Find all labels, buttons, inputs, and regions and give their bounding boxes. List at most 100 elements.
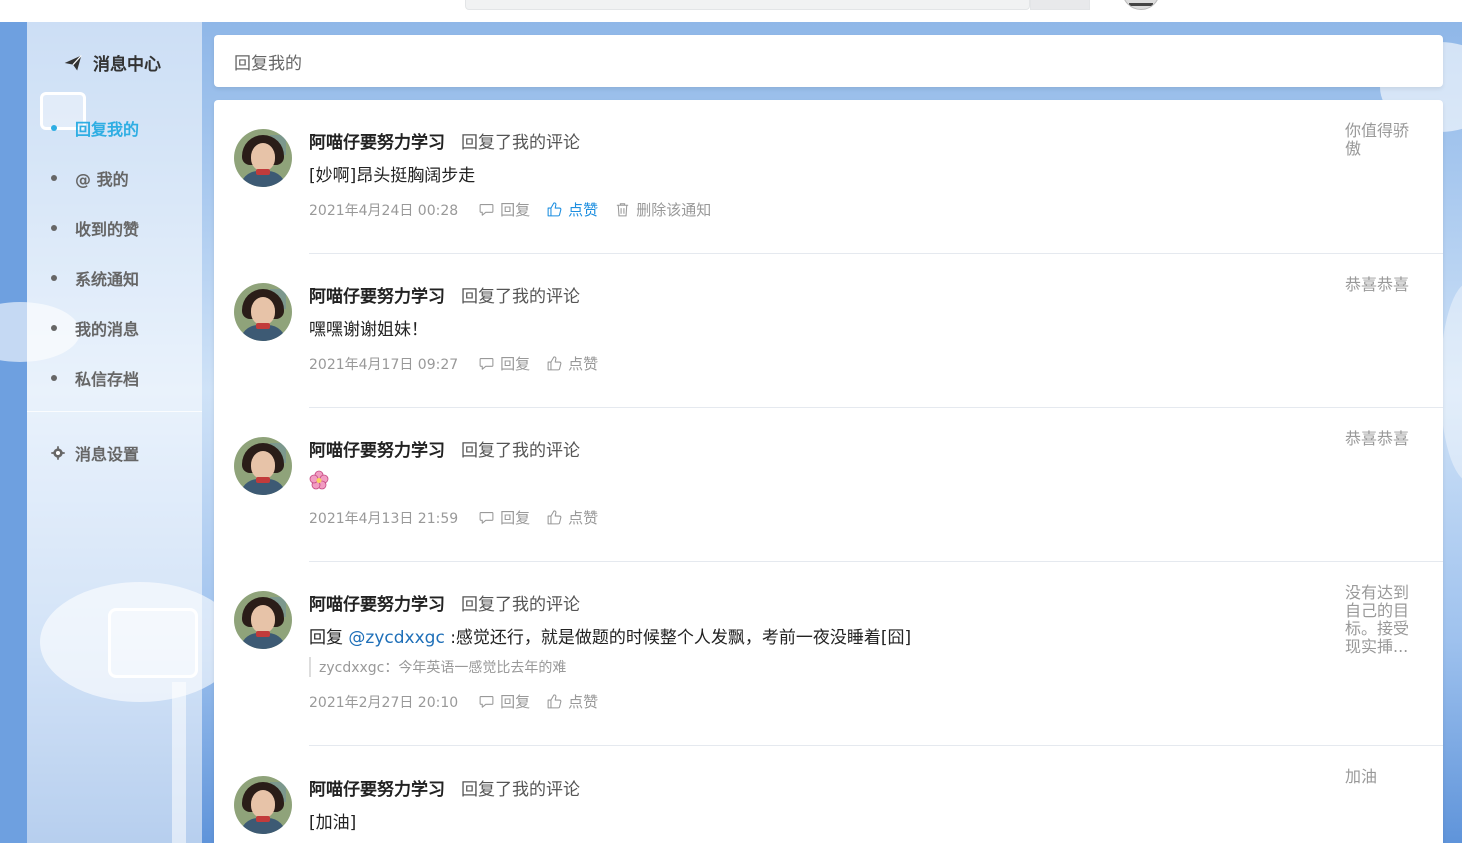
bullet-icon — [51, 375, 57, 381]
thumbs-up-icon — [547, 356, 562, 371]
reply-button[interactable]: 回复 — [478, 691, 530, 712]
reply-item: 阿喵仔要努力学习 回复了我的评论 [妙啊]昂头挺胸阔步走 2021年4月24日 … — [214, 100, 1443, 254]
bullet-icon — [51, 325, 57, 331]
sidebar-item-system[interactable]: 系统通知 — [51, 266, 139, 290]
flower-emoji-icon — [309, 470, 329, 490]
page-title: 回复我的 — [234, 53, 302, 74]
like-button[interactable]: 点赞 — [546, 199, 598, 220]
user-name[interactable]: 阿喵仔要努力学习 — [309, 436, 445, 461]
reply-action-text: 回复了我的评论 — [461, 441, 580, 461]
reply-time: 2021年4月17日 09:27 — [309, 356, 459, 373]
original-comment[interactable]: 没有达到自己的目标。接受现实挿... — [1345, 584, 1419, 656]
sidebar-item-label: 回复我的 — [75, 120, 140, 139]
avatar[interactable] — [234, 283, 292, 341]
bullet-icon — [51, 275, 57, 281]
reply-item: 阿喵仔要努力学习 回复了我的评论 2021年4月13日 21:59 回复 点赞 … — [214, 408, 1443, 562]
reply-action-text: 回复了我的评论 — [461, 780, 580, 800]
sidebar-item-reply-me[interactable]: 回复我的 — [51, 116, 139, 140]
reply-button[interactable]: 回复 — [478, 507, 530, 528]
reply-content[interactable]: 嘿嘿谢谢姐妹！ — [309, 315, 428, 340]
sidebar-item-label: 收到的赞 — [75, 220, 140, 239]
reply-action-text: 回复了我的评论 — [461, 595, 580, 615]
reply-content[interactable]: 回复 @zycdxxgc :感觉还行，就是做题的时候整个人发飘，考前一夜没睡着[… — [309, 623, 911, 648]
reply-header: 阿喵仔要努力学习 回复了我的评论 — [309, 775, 580, 800]
original-comment[interactable]: 恭喜恭喜 — [1345, 276, 1419, 294]
reply-content[interactable] — [309, 470, 329, 495]
paper-plane-icon — [64, 54, 82, 70]
delete-notification-button[interactable]: 删除该通知 — [614, 199, 711, 220]
like-button-label: 点赞 — [568, 201, 599, 219]
user-name[interactable]: 阿喵仔要努力学习 — [309, 775, 445, 800]
reply-header: 阿喵仔要努力学习 回复了我的评论 — [309, 436, 580, 461]
reply-item: 阿喵仔要努力学习 回复了我的评论 嘿嘿谢谢姐妹！ 2021年4月17日 09:2… — [214, 254, 1443, 408]
like-button[interactable]: 点赞 — [546, 507, 598, 528]
reply-header: 阿喵仔要努力学习 回复了我的评论 — [309, 282, 580, 307]
sidebar-title: 消息中心 — [63, 50, 161, 75]
user-name[interactable]: 阿喵仔要努力学习 — [309, 128, 445, 153]
top-search-input[interactable] — [465, 0, 1030, 10]
sidebar-item-my-messages[interactable]: 我的消息 — [51, 316, 139, 340]
like-button[interactable]: 点赞 — [546, 691, 598, 712]
reply-item: 阿喵仔要努力学习 回复了我的评论 回复 @zycdxxgc :感觉还行，就是做题… — [214, 562, 1443, 746]
bullet-icon — [51, 175, 57, 181]
avatar[interactable] — [234, 437, 292, 495]
user-avatar[interactable] — [1122, 0, 1160, 10]
thumbs-up-icon — [547, 202, 562, 217]
top-bar — [0, 0, 1462, 22]
original-comment[interactable]: 你值得骄傲 — [1345, 122, 1419, 158]
reply-meta: 2021年4月24日 00:28 回复 点赞 删除该通知 — [309, 199, 727, 220]
sidebar-item-likes[interactable]: 收到的赞 — [51, 216, 139, 240]
reply-button-label: 回复 — [500, 201, 531, 219]
comment-icon — [479, 512, 494, 524]
reply-content[interactable]: [妙啊]昂头挺胸阔步走 — [309, 161, 475, 186]
sidebar-item-at-me[interactable]: @ 我的 — [51, 166, 129, 190]
reply-item: 阿喵仔要努力学习 回复了我的评论 [加油] 加油 — [214, 746, 1443, 843]
sidebar-item-label: @ 我的 — [75, 170, 129, 189]
reply-content[interactable]: [加油] — [309, 808, 356, 833]
reply-prefix: 回复 — [309, 628, 349, 648]
like-button-label: 点赞 — [568, 693, 599, 711]
delete-button-label: 删除该通知 — [636, 201, 712, 219]
reply-action-text: 回复了我的评论 — [461, 287, 580, 307]
trash-icon — [617, 203, 629, 217]
top-search-button[interactable] — [1030, 0, 1090, 10]
user-name[interactable]: 阿喵仔要努力学习 — [309, 590, 445, 615]
sidebar: 消息中心 回复我的 @ 我的 收到的赞 系统通知 我的消息 私信存档 消息设置 — [27, 22, 202, 843]
reply-time: 2021年4月13日 21:59 — [309, 510, 459, 527]
comment-icon — [479, 696, 494, 708]
sidebar-title-label: 消息中心 — [93, 55, 161, 75]
original-comment[interactable]: 恭喜恭喜 — [1345, 430, 1419, 448]
reply-button-label: 回复 — [500, 693, 531, 711]
reply-button[interactable]: 回复 — [478, 353, 530, 374]
avatar[interactable] — [234, 776, 292, 834]
avatar[interactable] — [234, 129, 292, 187]
avatar[interactable] — [234, 591, 292, 649]
reply-header: 阿喵仔要努力学习 回复了我的评论 — [309, 590, 580, 615]
reply-meta: 2021年4月17日 09:27 回复 点赞 — [309, 353, 614, 374]
reply-button-label: 回复 — [500, 355, 531, 373]
sidebar-item-archive[interactable]: 私信存档 — [51, 366, 139, 390]
gear-icon — [51, 446, 65, 460]
reply-button-label: 回复 — [500, 509, 531, 527]
reply-meta: 2021年4月13日 21:59 回复 点赞 — [309, 507, 614, 528]
mention-link[interactable]: @zycdxxgc — [348, 628, 444, 648]
bullet-icon — [51, 225, 57, 231]
comment-icon — [479, 358, 494, 370]
sidebar-item-settings[interactable]: 消息设置 — [51, 441, 139, 465]
original-comment[interactable]: 加油 — [1345, 768, 1419, 786]
thumbs-up-icon — [547, 510, 562, 525]
bullet-icon — [51, 125, 57, 131]
sidebar-item-label: 私信存档 — [75, 370, 140, 389]
reply-button[interactable]: 回复 — [478, 199, 530, 220]
reply-header: 阿喵仔要努力学习 回复了我的评论 — [309, 128, 580, 153]
thumbs-up-icon — [547, 694, 562, 709]
quoted-comment: zycdxxgc：今年英语一感觉比去年的难 — [309, 657, 566, 677]
sidebar-item-label: 系统通知 — [75, 270, 140, 289]
user-name[interactable]: 阿喵仔要努力学习 — [309, 282, 445, 307]
sidebar-item-label: 我的消息 — [75, 320, 140, 339]
reply-meta: 2021年2月27日 20:10 回复 点赞 — [309, 691, 614, 712]
like-button[interactable]: 点赞 — [546, 353, 598, 374]
comment-icon — [479, 204, 494, 216]
reply-time: 2021年4月24日 00:28 — [309, 202, 459, 219]
settings-label: 消息设置 — [75, 445, 140, 464]
